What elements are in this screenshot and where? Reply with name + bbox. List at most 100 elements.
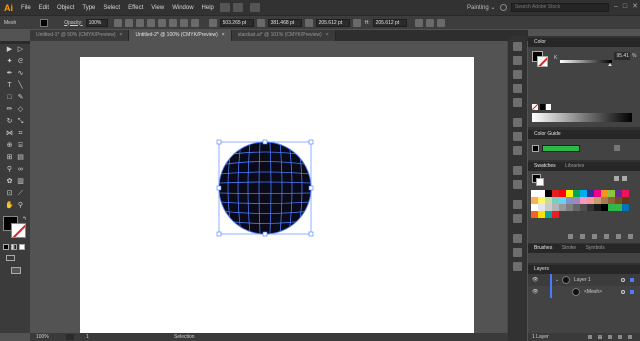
tab-libraries[interactable]: Libraries	[561, 162, 588, 171]
transform-panel-icon[interactable]	[513, 234, 522, 243]
locate-object-icon[interactable]	[588, 335, 592, 339]
resize-handle[interactable]	[216, 185, 222, 191]
recolor-icon[interactable]	[113, 18, 122, 27]
layers-panel-icon[interactable]	[513, 200, 522, 209]
black-swatch[interactable]	[540, 104, 545, 110]
swatch[interactable]	[559, 190, 566, 197]
new-swatch-icon[interactable]	[616, 234, 621, 239]
shape-builder-tool-icon[interactable]: ⊕	[5, 141, 14, 150]
align-center-icon[interactable]	[146, 18, 155, 27]
swatch[interactable]	[587, 204, 594, 211]
menu-select[interactable]: Select	[99, 5, 124, 11]
symbol-sprayer-tool-icon[interactable]: ✿	[5, 177, 14, 186]
swatch[interactable]	[538, 204, 545, 211]
reference-point-icon[interactable]	[208, 18, 217, 27]
swatch[interactable]	[531, 190, 538, 197]
tab-untitled-1[interactable]: Untitled-1* @ 50% (CMYK/Preview) ×	[30, 30, 130, 41]
swatch[interactable]	[587, 190, 594, 197]
tab-brushes[interactable]: Brushes	[530, 244, 556, 253]
artboards-panel-icon[interactable]	[513, 214, 522, 223]
screen-mode-icon[interactable]	[11, 267, 21, 274]
layer-name[interactable]: Layer 1	[574, 274, 591, 286]
none-swatch[interactable]	[532, 104, 538, 110]
swatch[interactable]	[580, 204, 587, 211]
search-stock-input[interactable]: Search Adobe Stock	[511, 3, 609, 12]
tab-swatches[interactable]: Swatches	[530, 162, 560, 171]
stroke-color-box[interactable]	[11, 223, 26, 238]
menu-object[interactable]: Object	[53, 5, 78, 11]
k-value-field[interactable]: 95.41	[614, 52, 630, 60]
align-icon[interactable]	[124, 18, 133, 27]
close-icon[interactable]: ×	[120, 32, 123, 38]
swatch[interactable]	[594, 190, 601, 197]
swatch[interactable]	[622, 204, 629, 211]
line-tool-icon[interactable]: ╲	[16, 81, 25, 90]
gradient-tool-icon[interactable]: ▤	[16, 153, 25, 162]
link-proportions-icon[interactable]	[352, 18, 361, 27]
width-tool-icon[interactable]: ⋈	[5, 129, 14, 138]
paintbrush-tool-icon[interactable]: ✎	[16, 93, 25, 102]
free-transform-tool-icon[interactable]: ⌗	[16, 129, 25, 138]
swatch[interactable]	[594, 204, 601, 211]
swatch[interactable]	[545, 204, 552, 211]
artboard[interactable]	[80, 57, 474, 333]
swatch[interactable]	[531, 204, 538, 211]
transparency-panel-icon[interactable]	[513, 146, 522, 155]
color-panel-icon[interactable]	[513, 42, 522, 51]
slice-tool-icon[interactable]: ⟋	[16, 189, 25, 198]
resize-handle[interactable]	[308, 185, 314, 191]
swatch[interactable]	[615, 204, 622, 211]
fill-swatch[interactable]	[40, 18, 49, 27]
panel-menu-icon[interactable]	[436, 18, 445, 27]
resize-handle[interactable]	[216, 231, 222, 237]
white-swatch[interactable]	[546, 104, 551, 110]
swatch[interactable]	[552, 211, 559, 218]
swatch[interactable]	[622, 197, 629, 204]
tab-symbols[interactable]: Symbols	[582, 244, 609, 253]
stroke-color-box[interactable]	[536, 178, 544, 186]
zoom-tool-icon[interactable]: ⚲	[16, 201, 25, 210]
resize-handle[interactable]	[308, 231, 314, 237]
gradient-panel-icon[interactable]	[513, 132, 522, 141]
list-view-icon[interactable]	[614, 176, 619, 181]
menu-file[interactable]: File	[17, 5, 35, 11]
new-color-group-icon[interactable]	[604, 234, 609, 239]
swatch[interactable]	[545, 190, 552, 197]
width-field[interactable]: 205.612 pt	[315, 18, 350, 27]
swatch[interactable]	[601, 190, 608, 197]
mesh-sphere-artwork[interactable]	[80, 57, 474, 333]
swatch-libraries-icon[interactable]	[568, 234, 573, 239]
pen-tool-icon[interactable]: ✒	[5, 69, 14, 78]
grid-view-icon[interactable]	[622, 176, 627, 181]
draw-mode-icon[interactable]	[6, 255, 15, 261]
workspace-switcher[interactable]: Painting ⌄	[467, 4, 495, 11]
resize-handle[interactable]	[308, 139, 314, 145]
target-circle-icon[interactable]	[621, 290, 625, 294]
opacity-label[interactable]: Opacity:	[64, 20, 82, 26]
column-graph-tool-icon[interactable]: ▥	[16, 177, 25, 186]
scale-tool-icon[interactable]: ⤡	[16, 117, 25, 126]
swatch[interactable]	[580, 197, 587, 204]
gradient-mode-icon[interactable]	[11, 244, 17, 250]
rectangle-tool-icon[interactable]: □	[5, 93, 14, 102]
selection-tool-icon[interactable]: ▶	[5, 45, 14, 54]
color-guide-panel-icon[interactable]	[513, 56, 522, 65]
color-guide-panel-header[interactable]: Color Guide	[528, 130, 640, 139]
swatch[interactable]	[615, 197, 622, 204]
resize-handle[interactable]	[216, 139, 222, 145]
selection-indicator[interactable]	[630, 278, 634, 282]
isolate-icon[interactable]	[425, 18, 434, 27]
swatch[interactable]	[531, 197, 538, 204]
rotate-tool-icon[interactable]: ↻	[5, 117, 14, 126]
stroke-color-box[interactable]	[537, 56, 548, 67]
swatch[interactable]	[601, 204, 608, 211]
slider-thumb[interactable]	[608, 63, 612, 66]
swatch[interactable]	[573, 204, 580, 211]
arrange-documents-icon[interactable]	[233, 3, 243, 12]
swatch[interactable]	[545, 197, 552, 204]
tab-stroke[interactable]: Stroke	[558, 244, 580, 253]
align-left-icon[interactable]	[135, 18, 144, 27]
swap-fill-stroke-icon[interactable]: ↰	[20, 215, 29, 224]
swatch[interactable]	[566, 204, 573, 211]
k-slider-track[interactable]	[560, 60, 612, 63]
